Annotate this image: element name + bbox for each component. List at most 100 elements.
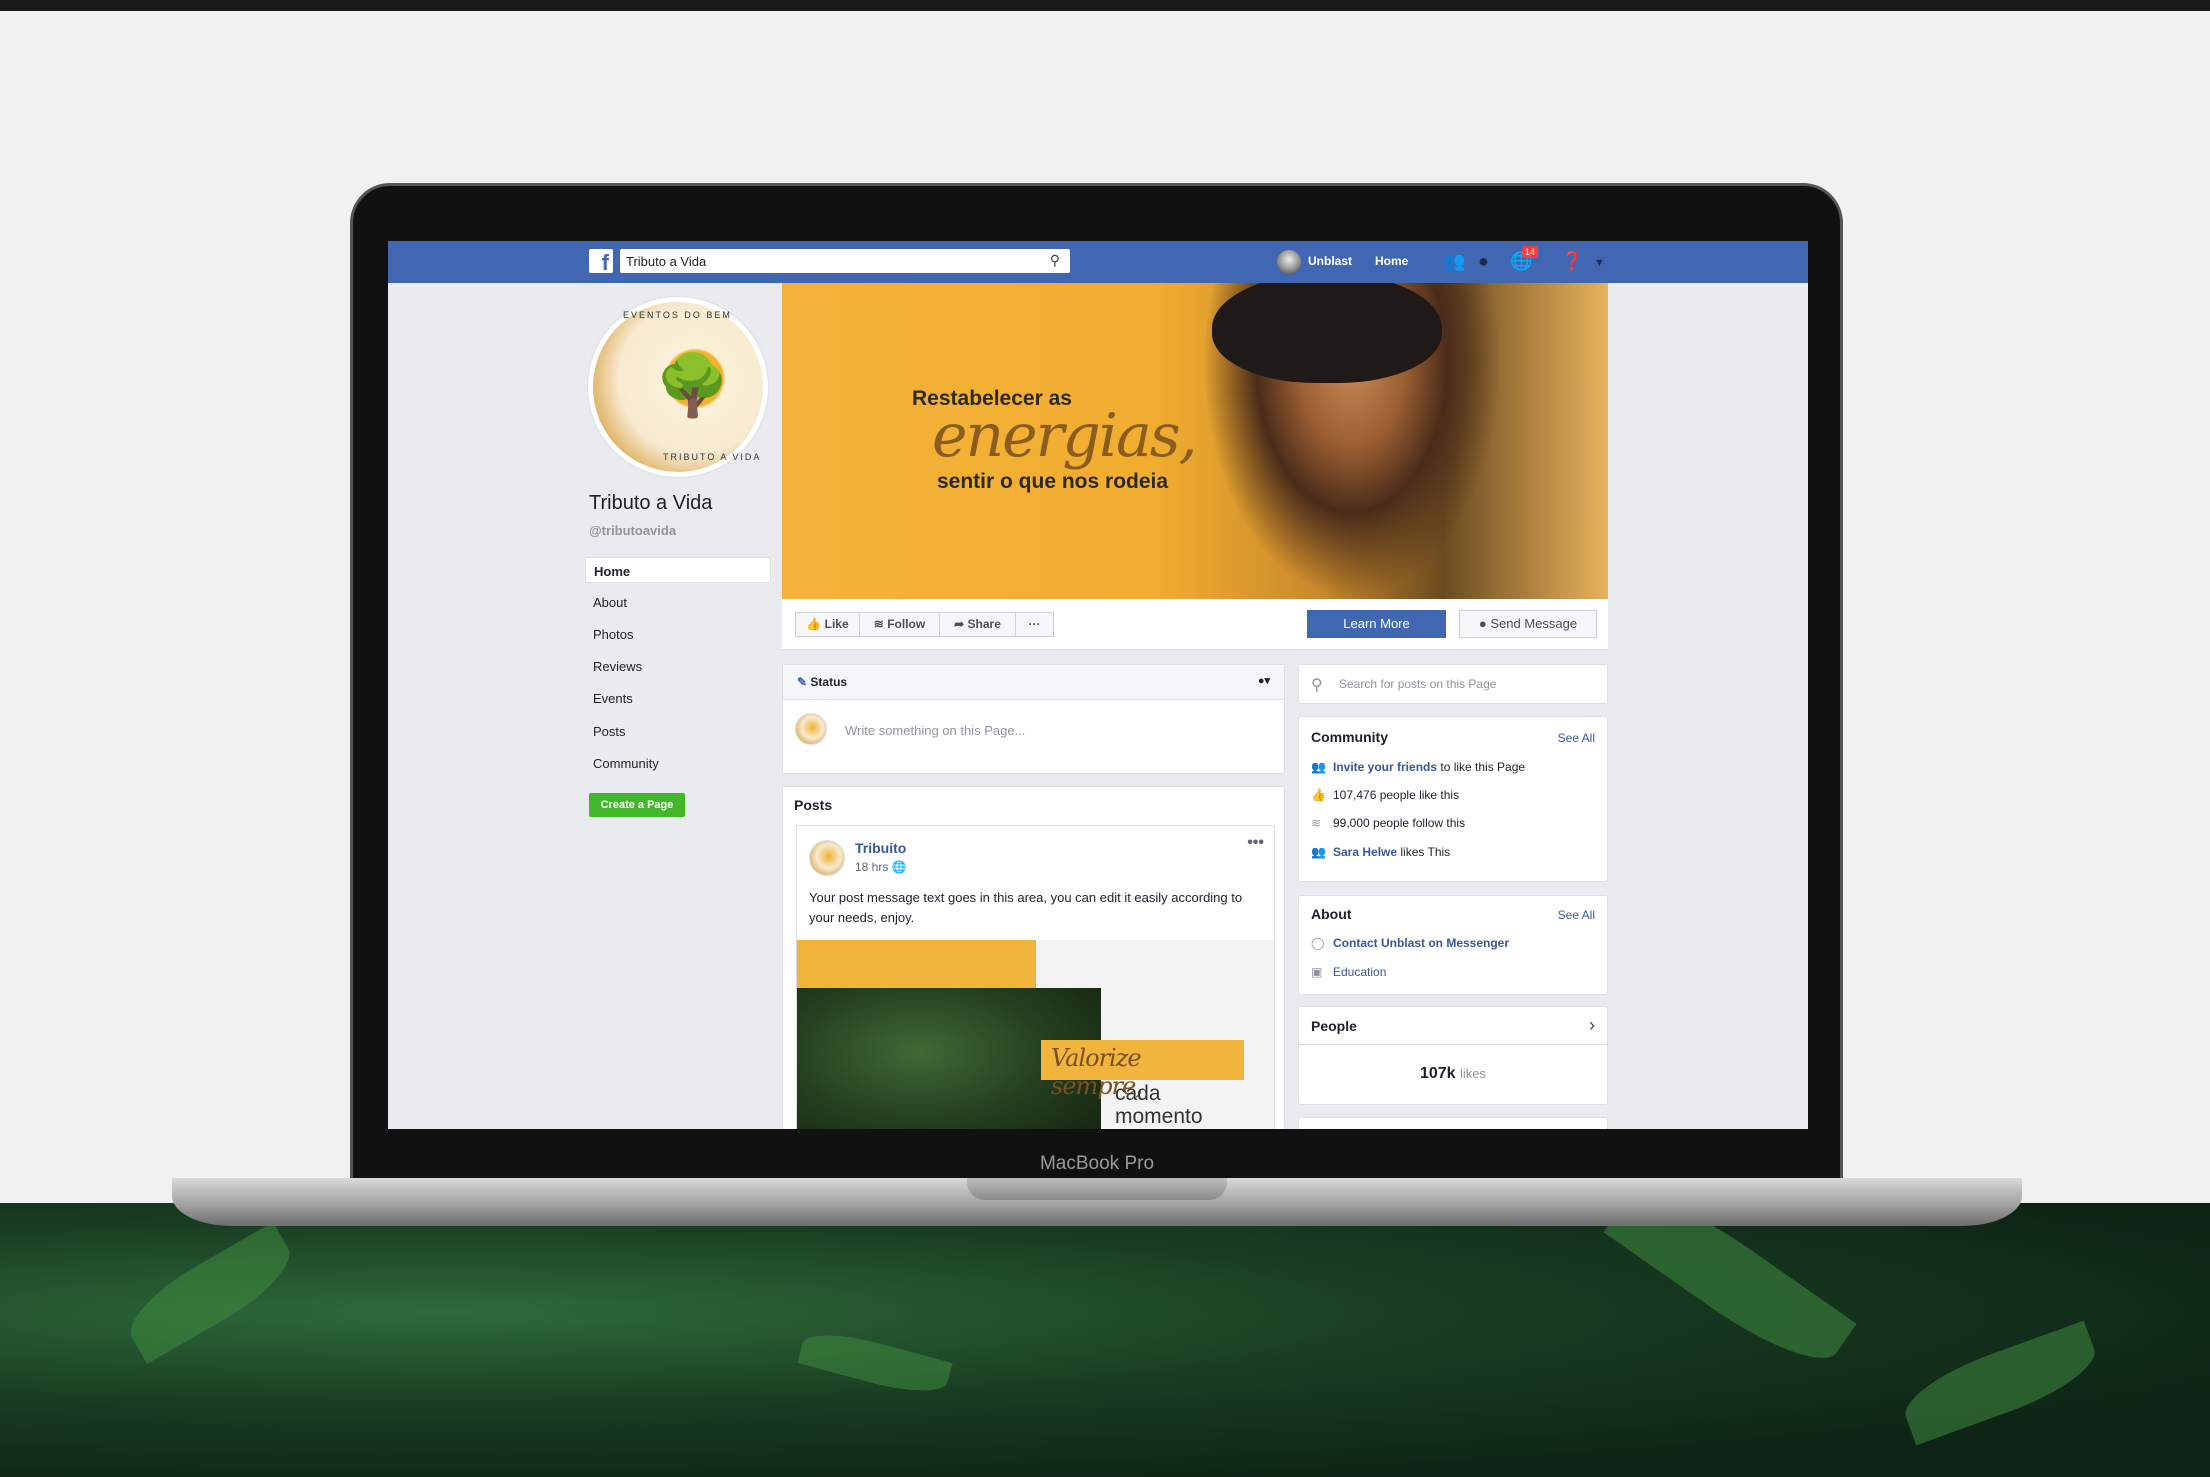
people-unit: likes xyxy=(1460,1066,1487,1081)
sidebar-item-posts[interactable]: Posts xyxy=(585,718,771,744)
follow-label: Follow xyxy=(887,617,926,631)
about-see-all[interactable]: See All xyxy=(1558,908,1595,922)
cover-hat-shape xyxy=(1212,283,1442,383)
share-arrow-icon: ➦ xyxy=(954,617,965,631)
sidebar-item-photos[interactable]: Photos xyxy=(585,621,771,647)
top-strip xyxy=(0,0,2210,11)
sidebar-item-reviews[interactable]: Reviews xyxy=(585,653,771,679)
post-author-avatar[interactable] xyxy=(809,840,845,876)
post-options-icon[interactable]: ••• xyxy=(1247,834,1264,852)
status-title: Status xyxy=(810,675,848,689)
post-author[interactable]: Tribuito xyxy=(855,840,906,856)
status-header[interactable]: ✎ Status ●▾ xyxy=(783,665,1284,700)
posts-section: Posts Tribuito 18 hrs 🌐 ••• Your post me… xyxy=(782,786,1285,1129)
status-composer: ✎ Status ●▾ Write something on this Page… xyxy=(782,664,1285,774)
sidebar-item-home[interactable]: Home xyxy=(585,557,771,583)
image-sub-line-1: cada xyxy=(1115,1082,1161,1105)
post-card: Tribuito 18 hrs 🌐 ••• Your post message … xyxy=(796,825,1275,1129)
tree-icon: 🌳 xyxy=(655,352,730,419)
search-value: Tributo a Vida xyxy=(626,254,707,269)
pencil-icon: ✎ xyxy=(797,675,808,689)
likes-row: 👍 107,476 people like this xyxy=(1311,788,1459,802)
post-as-selector[interactable]: ●▾ xyxy=(1258,674,1270,687)
contact-messenger-link[interactable]: Contact Unblast on Messenger xyxy=(1333,936,1509,950)
share-label: Share xyxy=(967,617,1001,631)
next-card xyxy=(1298,1117,1608,1129)
page-profile-picture[interactable]: EVENTOS DO BEM TRIBUTO A VIDA 🌳 xyxy=(588,297,768,477)
cover-photo[interactable]: Restabelecer as energias, sentir o que n… xyxy=(782,283,1608,599)
follows-count: 99,000 people follow this xyxy=(1333,816,1466,830)
logo-text: TRIBUTO A VIDA xyxy=(663,452,762,462)
image-title: Valorize sempre, xyxy=(1041,1040,1244,1100)
chevron-down-icon[interactable]: ▼ xyxy=(1594,253,1605,273)
status-input[interactable]: Write something on this Page... xyxy=(845,723,1025,738)
people-title: People xyxy=(1311,1018,1357,1034)
messenger-icon[interactable]: ● xyxy=(1478,251,1489,271)
invite-row: 👥 Invite your friends to like this Page xyxy=(1311,760,1525,774)
cover-line-3: sentir o que nos rodeia xyxy=(937,470,1169,493)
chevron-right-icon: › xyxy=(1589,1015,1595,1035)
post-time-text: 18 hrs xyxy=(855,860,889,874)
notifications-badge: 14 xyxy=(1522,246,1539,258)
send-message-button[interactable]: ● Send Message xyxy=(1459,610,1597,638)
likes-count: 107,476 people like this xyxy=(1333,788,1460,802)
invite-friends-link[interactable]: Invite your friends xyxy=(1333,760,1437,774)
people-header[interactable]: People › xyxy=(1299,1007,1607,1045)
about-title: About xyxy=(1311,906,1352,922)
user-avatar[interactable] xyxy=(1277,250,1301,274)
community-card: Community See All 👥 Invite your friends t… xyxy=(1298,716,1608,882)
sidebar-item-about[interactable]: About xyxy=(585,589,771,615)
facebook-logo-icon[interactable]: f xyxy=(589,249,613,273)
posts-title: Posts xyxy=(794,797,833,813)
community-see-all[interactable]: See All xyxy=(1558,731,1595,745)
image-sub-line-2: momento xyxy=(1115,1105,1203,1128)
invite-text: to like this Page xyxy=(1437,760,1526,774)
cover-line-2: energias, xyxy=(932,401,1198,471)
category-row: ▣ Education xyxy=(1311,965,1386,979)
follows-row: ≋ 99,000 people follow this xyxy=(1311,816,1465,830)
people-icon: 👥 xyxy=(1311,845,1326,859)
laptop-notch xyxy=(967,1178,1227,1200)
people-icon: 👥 xyxy=(1311,760,1326,774)
thumbs-up-icon: 👍 xyxy=(806,617,822,631)
foliage-background xyxy=(0,1174,2210,1477)
sidebar-item-events[interactable]: Events xyxy=(585,685,771,711)
post-text: Your post message text goes in this area… xyxy=(809,890,1243,925)
people-count: 107k xyxy=(1419,1065,1456,1082)
community-title: Community xyxy=(1311,729,1388,745)
page-post-search-input[interactable]: Search for posts on this Page xyxy=(1339,677,1496,691)
like-label: Like xyxy=(824,617,849,631)
people-stat: 107k likes xyxy=(1299,1065,1607,1083)
device-label: MacBook Pro xyxy=(1039,1153,1155,1174)
sidebar-item-community[interactable]: Community xyxy=(585,750,771,776)
search-icon[interactable]: ⚲ xyxy=(1050,252,1060,269)
share-button[interactable]: ➦ Share xyxy=(939,612,1016,637)
friend-likes-row: 👥 Sara Helwe likes This xyxy=(1311,845,1450,859)
page-post-search[interactable]: ⚲ Search for posts on this Page xyxy=(1298,664,1608,704)
category-link[interactable]: Education xyxy=(1333,965,1386,979)
screen: f Tributo a Vida ⚲ Unblast Home 👥 ● 🌐 14 … xyxy=(388,241,1808,1129)
help-icon[interactable]: ❓ xyxy=(1561,251,1583,271)
nav-user-link[interactable]: Unblast xyxy=(1308,254,1352,268)
folder-icon: ▣ xyxy=(1311,965,1323,979)
page-action-bar: 👍 Like ≋ Follow ➦ Share ··· Learn More ●… xyxy=(782,599,1608,650)
image-subtitle: cada momento xyxy=(1115,1082,1203,1128)
post-image[interactable]: Valorize sempre, cada momento xyxy=(797,940,1274,1129)
page-avatar xyxy=(795,713,827,745)
create-page-button[interactable]: Create a Page xyxy=(589,793,685,817)
friends-icon[interactable]: 👥 xyxy=(1443,251,1465,271)
logo-text: EVENTOS DO BEM xyxy=(623,310,732,320)
follow-button[interactable]: ≋ Follow xyxy=(859,612,940,637)
send-message-label: Send Message xyxy=(1490,616,1578,631)
search-input[interactable]: Tributo a Vida ⚲ xyxy=(620,249,1070,273)
about-card: About See All ◯ Contact Unblast on Messen… xyxy=(1298,895,1608,995)
post-time[interactable]: 18 hrs 🌐 xyxy=(855,860,907,874)
more-options-button[interactable]: ··· xyxy=(1015,612,1054,637)
globe-icon: 🌐 xyxy=(891,860,907,874)
nav-home-link[interactable]: Home xyxy=(1375,254,1408,268)
friend-link[interactable]: Sara Helwe xyxy=(1333,845,1397,859)
like-button[interactable]: 👍 Like xyxy=(795,612,860,637)
learn-more-button[interactable]: Learn More xyxy=(1307,610,1446,638)
messenger-icon: ● xyxy=(1478,616,1487,631)
image-yellow-block xyxy=(797,940,1036,988)
